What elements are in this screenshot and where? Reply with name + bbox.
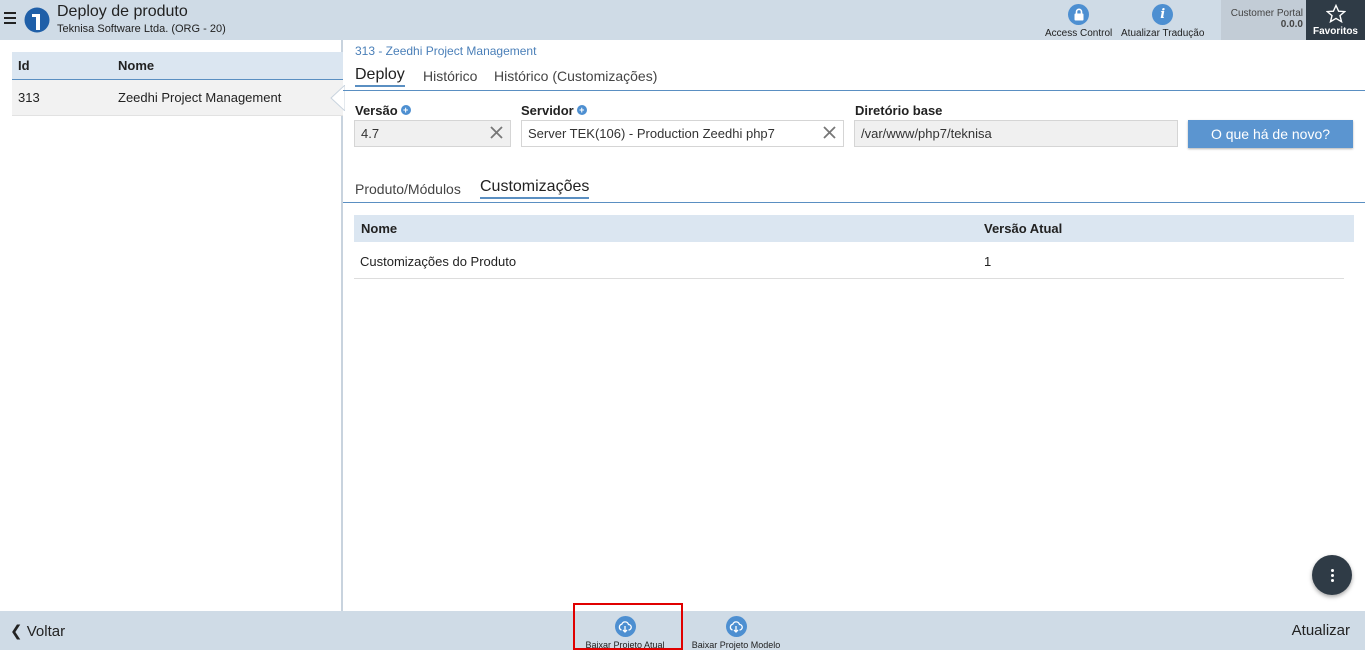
more-options-button[interactable] bbox=[1312, 555, 1352, 595]
plus-icon[interactable]: + bbox=[400, 105, 411, 115]
refresh-button[interactable]: Atualizar bbox=[1292, 622, 1350, 639]
download-template-project-label: Baixar Projeto Modelo bbox=[691, 640, 781, 650]
diretorio-label: Diretório base bbox=[855, 103, 943, 118]
tab-customizacoes[interactable]: Customizações bbox=[480, 178, 590, 199]
cloud-download-icon bbox=[614, 616, 636, 637]
star-icon bbox=[1325, 3, 1346, 24]
tab-produto-modulos[interactable]: Produto/Módulos bbox=[355, 181, 461, 197]
clear-icon[interactable] bbox=[489, 125, 504, 140]
more-vertical-icon bbox=[1330, 568, 1334, 583]
column-header-versao-atual[interactable]: Versão Atual bbox=[984, 221, 1062, 236]
column-header-nome[interactable]: Nome bbox=[361, 221, 397, 236]
row-versao: 1 bbox=[984, 254, 992, 269]
organization-subtitle: Teknisa Software Ltda. (ORG - 20) bbox=[57, 23, 226, 35]
deploy-detail-panel: 313 - Zeedhi Project Management Deploy H… bbox=[343, 40, 1365, 611]
lock-icon bbox=[1068, 4, 1090, 25]
sub-tabs: Produto/Módulos Customizações bbox=[343, 176, 1365, 203]
versao-field[interactable]: 4.7 bbox=[354, 120, 511, 147]
whats-new-button[interactable]: O que há de novo? bbox=[1188, 120, 1353, 148]
column-header-nome[interactable]: Nome bbox=[118, 58, 154, 73]
portal-label: Customer Portal bbox=[1230, 8, 1303, 19]
table-row[interactable]: Customizações do Produto 1 bbox=[354, 243, 1344, 279]
download-template-project-button[interactable]: Baixar Projeto Modelo bbox=[686, 616, 786, 650]
versao-label: Versão + bbox=[355, 103, 411, 118]
diretorio-field: /var/www/php7/teknisa bbox=[854, 120, 1178, 147]
customizations-table-header: Nome Versão Atual bbox=[354, 215, 1354, 242]
versao-value: 4.7 bbox=[361, 126, 380, 141]
access-control-label: Access Control bbox=[1045, 28, 1113, 39]
update-translation-label: Atualizar Tradução bbox=[1121, 28, 1205, 39]
clear-icon[interactable] bbox=[822, 125, 837, 140]
download-current-project-label: Baixar Projeto Atual bbox=[585, 640, 665, 650]
download-current-project-button[interactable]: Baixar Projeto Atual bbox=[578, 616, 672, 650]
row-nome: Customizações do Produto bbox=[360, 254, 517, 269]
breadcrumb: 313 - Zeedhi Project Management bbox=[355, 44, 537, 58]
servidor-value: Server TEK(106) - Production Zeedhi php7 bbox=[528, 126, 775, 141]
access-control-button[interactable]: Access Control bbox=[1045, 4, 1112, 39]
app-footer: ❮ Voltar Baixar Projeto Atual Baixar Pro… bbox=[0, 611, 1365, 650]
back-button[interactable]: ❮ Voltar bbox=[10, 622, 65, 640]
tab-historico[interactable]: Histórico bbox=[423, 68, 477, 84]
servidor-label: Servidor + bbox=[521, 103, 587, 118]
back-label: Voltar bbox=[26, 623, 66, 640]
product-list-panel: Id Nome 313 Zeedhi Project Management bbox=[0, 40, 345, 611]
row-name: Zeedhi Project Management bbox=[118, 90, 282, 105]
tab-deploy[interactable]: Deploy bbox=[355, 66, 405, 87]
portal-version: 0.0.0 bbox=[1280, 19, 1303, 30]
product-grid-header: Id Nome bbox=[12, 52, 343, 80]
app-header: Deploy de produto Teknisa Software Ltda.… bbox=[0, 0, 1365, 40]
tab-historico-customizacoes[interactable]: Histórico (Customizações) bbox=[494, 68, 657, 84]
update-translation-button[interactable]: i Atualizar Tradução bbox=[1121, 4, 1204, 39]
servidor-field[interactable]: Server TEK(106) - Production Zeedhi php7 bbox=[521, 120, 844, 147]
favorites-button[interactable]: Favoritos bbox=[1306, 0, 1365, 40]
column-header-id[interactable]: Id bbox=[18, 58, 30, 73]
main-tabs: Deploy Histórico Histórico (Customizaçõe… bbox=[343, 64, 1365, 91]
customer-portal-info: Customer Portal 0.0.0 bbox=[1221, 0, 1306, 40]
cloud-download-icon bbox=[725, 616, 747, 637]
info-icon: i bbox=[1152, 4, 1174, 25]
row-id: 313 bbox=[18, 90, 40, 105]
table-row[interactable]: 313 Zeedhi Project Management bbox=[12, 80, 345, 116]
hamburger-menu-icon[interactable] bbox=[4, 9, 18, 29]
diretorio-value: /var/www/php7/teknisa bbox=[861, 126, 992, 141]
page-title: Deploy de produto bbox=[57, 3, 188, 20]
chevron-left-icon: ❮ bbox=[10, 623, 23, 640]
plus-icon[interactable]: + bbox=[576, 105, 587, 115]
teknisa-logo bbox=[24, 7, 50, 33]
favorites-label: Favoritos bbox=[1312, 26, 1358, 37]
